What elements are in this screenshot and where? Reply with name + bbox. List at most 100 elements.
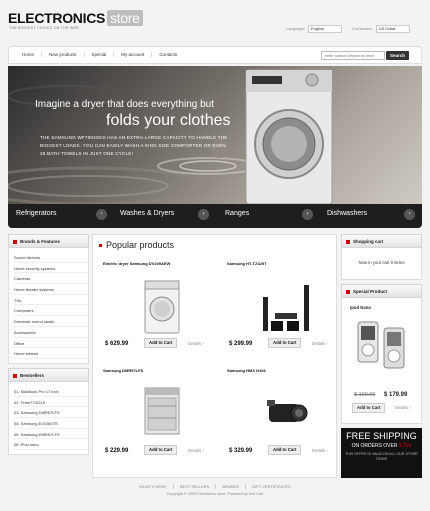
logo-main: ELECTRONICS	[8, 10, 106, 26]
tagline: THE BIGGEST CHOICE ON THE WEB	[9, 26, 79, 30]
footer-link-best-sellers[interactable]: BEST SELLERS	[172, 484, 216, 489]
nav-contacts[interactable]: Contacts	[151, 52, 184, 57]
nav-home[interactable]: Home	[15, 52, 41, 57]
add-to-cart-button[interactable]: Add to Cart	[144, 338, 178, 348]
add-to-cart-button[interactable]: Add to Cart	[268, 338, 302, 348]
popular-products: Popular products Electric dryer Samsung …	[92, 234, 337, 478]
ship-title: FREE SHIPPING	[346, 431, 417, 441]
details-link[interactable]: Details ›	[188, 448, 204, 453]
bullet-icon	[346, 289, 350, 294]
home-theater-image[interactable]	[257, 275, 315, 335]
product-price: $ 329.99	[229, 448, 253, 454]
brand-link[interactable]: Domestic sound studio	[14, 316, 88, 327]
popular-title: Popular products	[99, 240, 174, 250]
brand-link[interactable]: Home theater systems	[14, 284, 88, 295]
category-bar: Refrigerators › Washes & Dryers › Ranges…	[8, 204, 422, 228]
footer-link-gift-certificates[interactable]: GIFT CERTIFICATES	[245, 484, 297, 489]
bestsellers-heading: Bestsellers	[8, 367, 89, 382]
banner-line1: Imagine a dryer that does everything but	[35, 99, 214, 110]
bestseller-link[interactable]: 06. iPod nano	[14, 439, 88, 450]
product-card: Samsung HT-TZ425T $ 299.99 Add to Cart D…	[227, 261, 337, 371]
language-label: Language:	[286, 26, 305, 32]
bestsellers-title: Bestsellers	[20, 372, 45, 378]
free-shipping-banner[interactable]: FREE SHIPPING ON ORDERS OVER $ 150 THIS …	[341, 428, 422, 478]
category-dishwashers[interactable]: Dishwashers	[327, 210, 367, 217]
details-link[interactable]: Details ›	[395, 405, 411, 410]
category-washes-dryers[interactable]: Washes & Dryers	[120, 210, 174, 217]
special-title: Special Product	[353, 289, 388, 294]
logo[interactable]: ELECTRONICS store	[8, 10, 143, 26]
details-link[interactable]: Details ›	[312, 341, 328, 346]
search-input[interactable]: enter search keywords here	[320, 51, 385, 60]
brand-link[interactable]: Accessories	[14, 327, 88, 338]
language-select[interactable]: English	[308, 25, 343, 33]
special-old-price: $ 199.99	[354, 392, 376, 398]
hero-banner[interactable]: Imagine a dryer that does everything but…	[8, 66, 422, 204]
add-to-cart-button[interactable]: Add to Cart	[352, 403, 386, 413]
footer-link-brands[interactable]: BRANDS	[215, 484, 246, 489]
special-product-name[interactable]: Ipod Nano	[350, 305, 371, 310]
camcorder-image[interactable]	[257, 382, 315, 442]
product-price: $ 629.99	[105, 341, 129, 347]
currencies-label: Currencies:	[352, 26, 373, 32]
brand-link[interactable]: Home security systems	[14, 263, 88, 274]
special-new-price: $ 179.99	[384, 392, 408, 398]
left-column: Brands & Features Sound devices Home sec…	[8, 234, 89, 455]
ipod-image[interactable]	[354, 318, 408, 386]
cart-title: Shopping cart	[353, 239, 384, 244]
brands-heading: Brands & Features	[8, 234, 89, 248]
arrow-right-icon[interactable]: ›	[302, 209, 313, 220]
ship-note: THIS OFFER IS VALID ON ALL OUR STORE ITE…	[345, 452, 418, 461]
footer-link-whats-new[interactable]: WHAT'S NEW?	[133, 484, 173, 489]
search-button[interactable]: Search	[385, 51, 409, 60]
footer-links: WHAT'S NEW? BEST SELLERS BRANDS GIFT CERTIF…	[0, 484, 430, 489]
bestseller-link[interactable]: 05. Samsung DMR57LFS	[14, 429, 88, 440]
bullet-icon	[99, 244, 102, 248]
brand-link[interactable]: TVs	[14, 295, 88, 306]
add-to-cart-button[interactable]: Add to Cart	[268, 445, 302, 455]
banner-body: THE SAMSUNG WF7604SKS HAS AN EXTRA-LARGE…	[40, 135, 228, 156]
nav-new-products[interactable]: New products	[41, 52, 84, 57]
bullet-icon	[13, 239, 17, 244]
arrow-right-icon[interactable]: ›	[96, 209, 107, 220]
product-name[interactable]: Samsung DMR57LFS	[103, 368, 143, 373]
category-ranges[interactable]: Ranges	[225, 210, 249, 217]
brand-link[interactable]: Office	[14, 338, 88, 349]
bestseller-link[interactable]: 04. Samsung E0106STE	[14, 418, 88, 429]
product-card: Samsung HMX H106 $ 329.99 Add to Cart De…	[227, 368, 337, 478]
details-link[interactable]: Details ›	[188, 341, 204, 346]
arrow-right-icon[interactable]: ›	[198, 209, 209, 220]
right-column: Shopping cart Now in your cart 0 items S…	[341, 234, 422, 478]
add-to-cart-button[interactable]: Add to Cart	[144, 445, 178, 455]
navbar: Home New products Special My account Contact…	[8, 46, 422, 64]
dryer-image[interactable]	[133, 275, 191, 335]
search-box: enter search keywords here Search	[320, 51, 409, 60]
header: ELECTRONICS store THE BIGGEST CHOICE ON T…	[0, 0, 430, 38]
brand-link[interactable]: Cameras	[14, 273, 88, 285]
ship-subtitle: ON ORDERS OVER $ 150	[351, 443, 412, 449]
currencies-select[interactable]: US Dollar	[375, 25, 410, 33]
dishwasher-image[interactable]	[133, 382, 191, 442]
brand-link[interactable]: Computers	[14, 305, 88, 317]
bestsellers-list: 01. MacBook Pro 17 inch 02. TenerTVS216 …	[8, 381, 89, 455]
special-heading: Special Product	[341, 284, 422, 298]
language-selector: Language: English	[286, 25, 343, 33]
product-card: Samsung DMR57LFS $ 229.99 Add to Cart De…	[103, 368, 213, 478]
brand-link[interactable]: Sound devices	[14, 252, 88, 263]
cart-status: Now in your cart 0 items	[341, 248, 422, 280]
bestseller-link[interactable]: 03. Samsung DMR57LFS	[14, 407, 88, 418]
category-refrigerators[interactable]: Refrigerators	[16, 210, 56, 217]
currency-selector: Currencies: US Dollar	[352, 25, 410, 33]
brand-link[interactable]: Home related	[14, 348, 88, 359]
product-name[interactable]: Samsung HMX H106	[227, 368, 266, 373]
bestseller-link[interactable]: 02. TenerTVS216	[14, 397, 88, 408]
product-name[interactable]: Samsung HT-TZ425T	[227, 261, 267, 266]
logo-store: store	[107, 10, 143, 26]
nav-my-account[interactable]: My account	[113, 52, 151, 57]
product-name[interactable]: Electric dryer Samsung DV209AEW	[103, 261, 170, 266]
arrow-right-icon[interactable]: ›	[404, 209, 415, 220]
copyright: Copyright © 2009 Electronics store. Powe…	[166, 492, 264, 496]
nav-special[interactable]: Special	[83, 52, 114, 57]
bestseller-link[interactable]: 01. MacBook Pro 17 inch	[14, 386, 88, 397]
details-link[interactable]: Details ›	[312, 448, 328, 453]
